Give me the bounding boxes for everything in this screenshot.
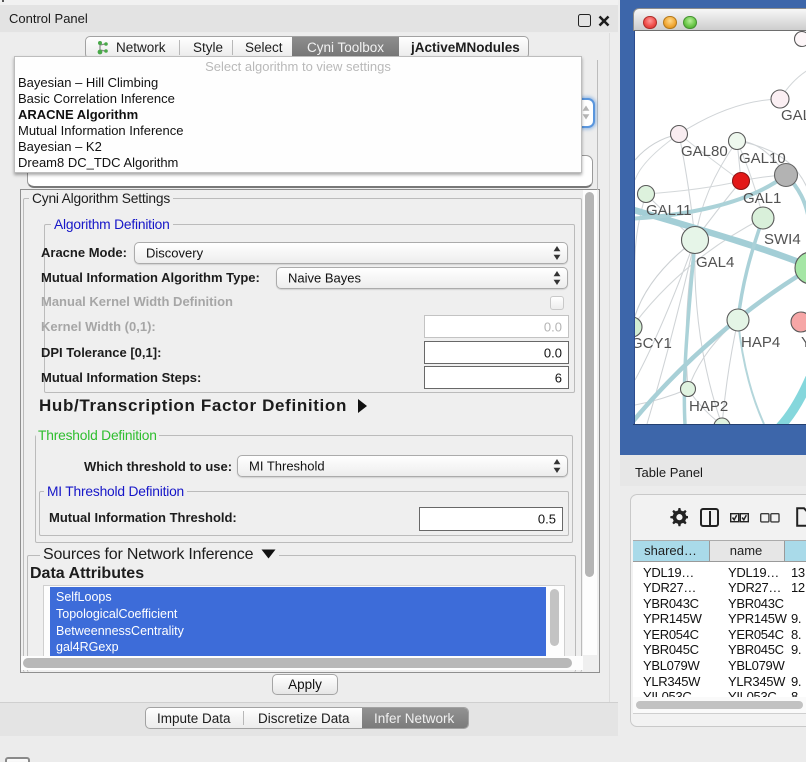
svg-text:GAL1: GAL1 — [743, 190, 781, 207]
svg-text:GAL4: GAL4 — [696, 254, 734, 271]
svg-text:GAL80: GAL80 — [681, 143, 728, 160]
svg-text:GAL7: GAL7 — [781, 107, 806, 124]
svg-text:GAL10: GAL10 — [739, 150, 786, 167]
svg-text:GCY1: GCY1 — [635, 335, 672, 352]
svg-text:HAP4: HAP4 — [741, 334, 780, 351]
svg-text:SWI4: SWI4 — [764, 231, 801, 248]
svg-text:HAP2: HAP2 — [689, 398, 728, 415]
svg-text:YJ: YJ — [801, 334, 806, 351]
svg-text:GAL11: GAL11 — [646, 202, 692, 219]
